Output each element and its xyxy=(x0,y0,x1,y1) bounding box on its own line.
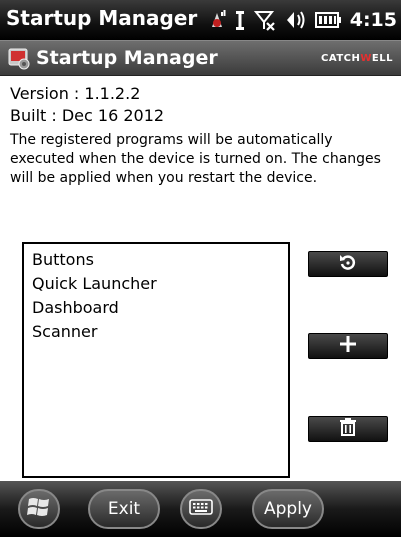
plus-icon xyxy=(338,334,358,358)
windows-logo-icon xyxy=(26,494,52,525)
start-button[interactable] xyxy=(18,489,60,529)
app-header: Startup Manager CATCHWELL xyxy=(0,40,401,76)
signal-off-icon[interactable] xyxy=(253,9,276,31)
status-icons: 4:15 xyxy=(200,6,397,34)
refresh-icon xyxy=(338,252,358,276)
trash-icon xyxy=(338,417,358,441)
app-title: Startup Manager xyxy=(36,47,218,69)
refresh-button[interactable] xyxy=(308,251,388,277)
version-label: Version : 1.1.2.2 xyxy=(10,84,141,103)
data-activity-icon xyxy=(208,9,226,31)
catchwell-logo: CATCHWELL xyxy=(321,53,393,64)
build-date-label: Built : Dec 16 2012 xyxy=(10,106,165,125)
list-item[interactable]: Dashboard xyxy=(32,296,280,320)
list-item[interactable]: Buttons xyxy=(32,248,280,272)
softkey-bar: Exit Apply xyxy=(0,481,401,537)
keyboard-icon xyxy=(189,498,213,521)
status-bar: Startup Manager 4:15 xyxy=(0,0,401,40)
exit-button[interactable]: Exit xyxy=(88,489,160,529)
clock[interactable]: 4:15 xyxy=(350,9,397,31)
battery-icon[interactable] xyxy=(314,10,342,30)
add-program-button[interactable] xyxy=(308,333,388,359)
speaker-icon[interactable] xyxy=(284,9,306,31)
list-item[interactable]: Quick Launcher xyxy=(32,272,280,296)
description-text: The registered programs will be automati… xyxy=(10,132,381,186)
keyboard-button[interactable] xyxy=(180,489,222,529)
apply-button[interactable]: Apply xyxy=(252,489,324,529)
antenna-icon[interactable] xyxy=(234,9,246,31)
startup-programs-list[interactable]: Buttons Quick Launcher Dashboard Scanner xyxy=(22,242,290,478)
status-title: Startup Manager xyxy=(6,6,198,30)
startup-manager-app-icon xyxy=(8,48,30,70)
list-item[interactable]: Scanner xyxy=(32,320,280,344)
main-content: Version : 1.1.2.2 Built : Dec 16 2012 Th… xyxy=(0,76,401,481)
delete-program-button[interactable] xyxy=(308,416,388,442)
